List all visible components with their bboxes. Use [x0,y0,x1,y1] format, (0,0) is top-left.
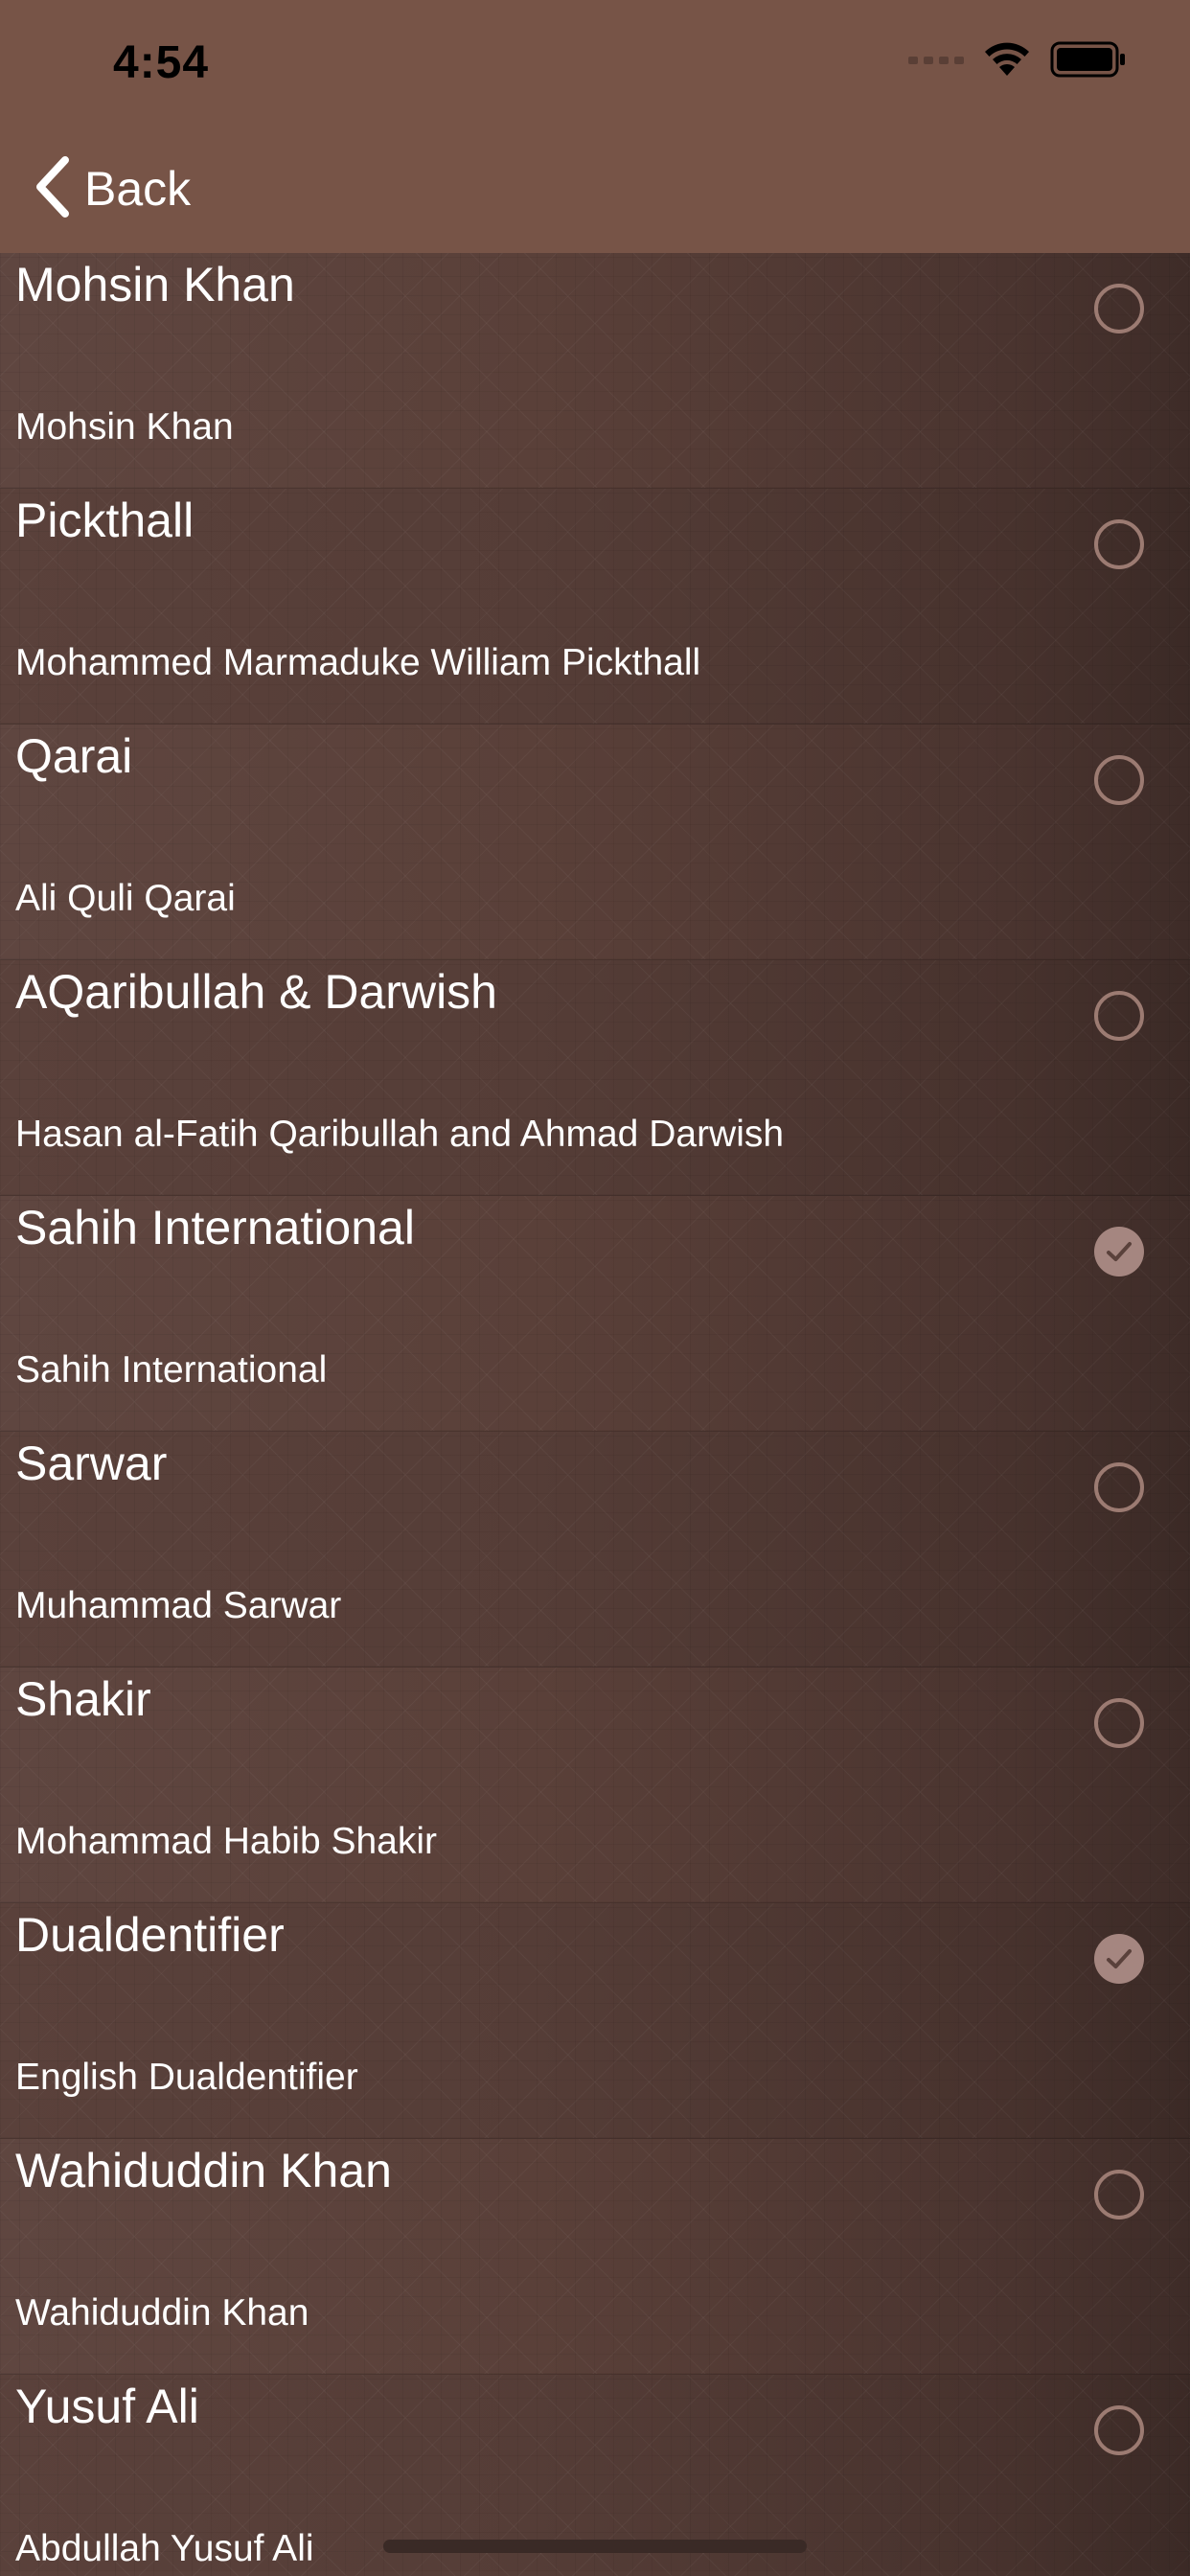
signal-icon [908,53,964,70]
chevron-left-icon [33,155,71,222]
back-label: Back [84,162,192,216]
translation-title: AQaribullah & Darwish [15,965,497,1019]
translation-row[interactable]: Shakir Mohammad Habib Shakir [0,1668,1190,1903]
translation-author: Abdullah Yusuf Ali [15,2528,314,2569]
home-indicator[interactable] [383,2540,807,2553]
translation-author: Mohammad Habib Shakir [15,1821,438,1862]
back-button[interactable]: Back [33,155,191,222]
unchecked-circle-icon[interactable] [1094,519,1144,569]
checkmark-circle-icon[interactable] [1094,1227,1144,1276]
checkmark-circle-icon[interactable] [1094,1934,1144,1984]
translation-title: Yusuf Ali [15,2380,199,2433]
battery-icon [1050,41,1127,82]
unchecked-circle-icon[interactable] [1094,755,1144,805]
translation-author: Sahih International [15,1349,328,1391]
unchecked-circle-icon[interactable] [1094,2170,1144,2220]
unchecked-circle-icon[interactable] [1094,991,1144,1041]
unchecked-circle-icon[interactable] [1094,1462,1144,1512]
translation-row[interactable]: Pickthall Mohammed Marmaduke William Pic… [0,489,1190,724]
translation-row[interactable]: AQaribullah & Darwish Hasan al-Fatih Qar… [0,960,1190,1196]
translation-title: Qarai [15,729,133,783]
unchecked-circle-icon[interactable] [1094,284,1144,334]
unchecked-circle-icon[interactable] [1094,1698,1144,1748]
status-icons [908,41,1127,82]
translation-author: Wahiduddin Khan [15,2292,309,2334]
translation-row[interactable]: Dualdentifier English Dualdentifier [0,1903,1190,2139]
navigation-bar: Back [0,126,1190,254]
translation-row[interactable]: Qarai Ali Quli Qarai [0,724,1190,960]
translation-author: Mohsin Khan [15,406,234,448]
status-bar: 4:54 [0,0,1190,126]
unchecked-circle-icon[interactable] [1094,2405,1144,2455]
translation-title: Sahih International [15,1201,415,1254]
translation-row[interactable]: Sahih International Sahih International [0,1196,1190,1432]
translation-author: Muhammad Sarwar [15,1585,342,1626]
translation-row[interactable]: Mohsin Khan Mohsin Khan [0,253,1190,489]
translation-row[interactable]: Sarwar Muhammad Sarwar [0,1432,1190,1668]
translation-author: Ali Quli Qarai [15,878,236,919]
translation-title: Mohsin Khan [15,258,295,311]
wifi-icon [983,41,1031,82]
translation-author: English Dualdentifier [15,2057,358,2098]
translation-title: Pickthall [15,494,195,547]
translation-author: Hasan al-Fatih Qaribullah and Ahmad Darw… [15,1114,785,1155]
translation-row[interactable]: Wahiduddin Khan Wahiduddin Khan [0,2139,1190,2375]
translation-author: Mohammed Marmaduke William Pickthall [15,642,701,683]
status-time: 4:54 [113,37,210,88]
translation-list[interactable]: Mohsin Khan Mohsin Khan Pickthall Mohamm… [0,253,1190,2576]
translation-title: Shakir [15,1672,151,1726]
translation-title: Dualdentifier [15,1908,285,1962]
translation-title: Wahiduddin Khan [15,2144,392,2197]
translation-title: Sarwar [15,1437,168,1490]
